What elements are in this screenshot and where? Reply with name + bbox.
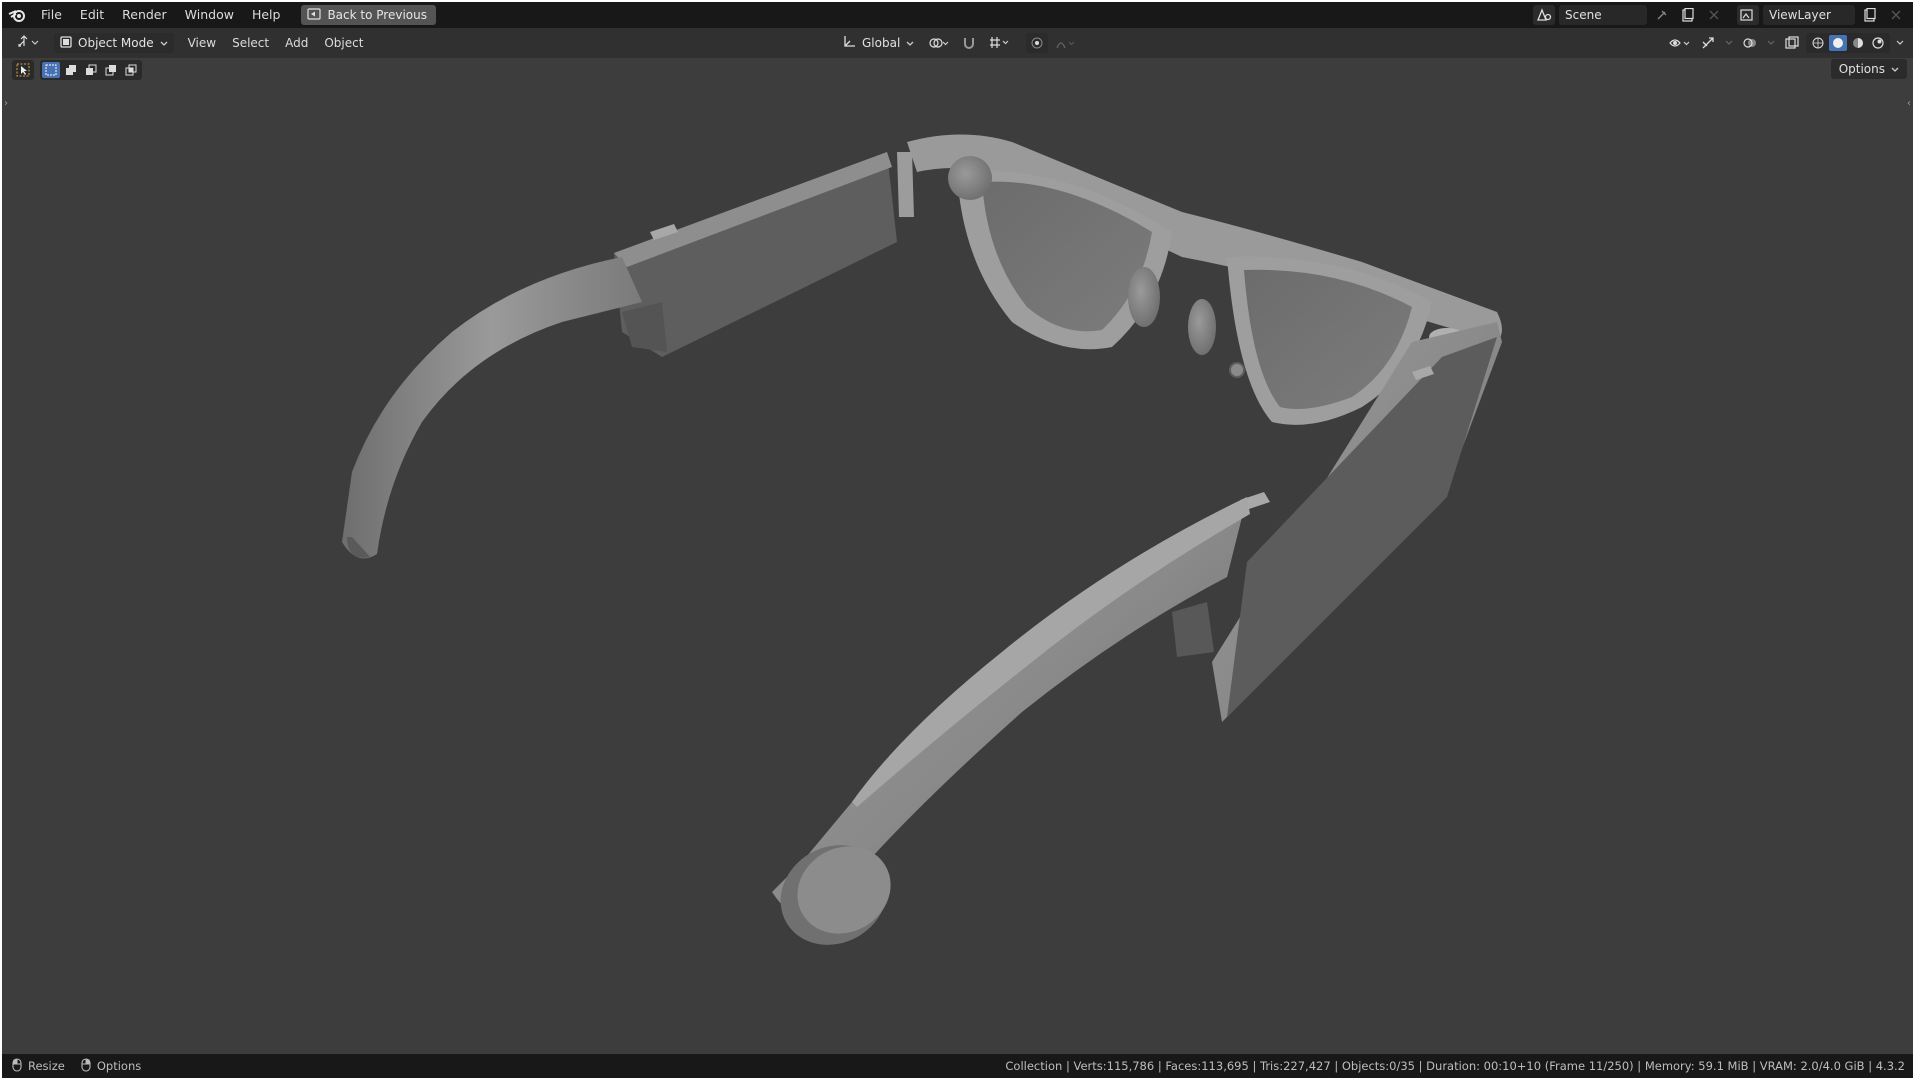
xray-toggle-icon[interactable]	[1781, 33, 1803, 53]
scene-name: Scene	[1565, 8, 1602, 22]
status-resize: Resize	[10, 1057, 65, 1075]
pivot-point-icon[interactable]	[924, 33, 954, 53]
menu-add[interactable]: Add	[277, 28, 316, 58]
orientation-axes-icon	[842, 35, 856, 52]
menu-render[interactable]: Render	[113, 2, 176, 28]
menu-view[interactable]: View	[180, 28, 224, 58]
selection-mode-group	[40, 60, 142, 80]
back-to-previous-button[interactable]: Back to Previous	[301, 5, 436, 25]
shading-mode-group	[1806, 33, 1890, 53]
chevron-down-icon	[906, 36, 914, 50]
transform-orientation-dropdown[interactable]: Global	[836, 33, 920, 53]
delete-scene-icon[interactable]	[1703, 5, 1725, 25]
solid-shading-icon[interactable]	[1829, 35, 1847, 51]
viewport-options-button[interactable]: Options	[1830, 59, 1907, 79]
scene-selector-icon[interactable]	[1533, 5, 1555, 25]
tool-settings-row	[12, 59, 142, 81]
menu-file[interactable]: File	[32, 2, 71, 28]
view-layer-field[interactable]: ViewLayer	[1763, 5, 1855, 25]
select-set-icon[interactable]	[42, 62, 60, 78]
glasses-model	[342, 134, 1502, 945]
3d-viewport[interactable]	[2, 58, 1913, 1054]
proportional-falloff-icon[interactable]	[1052, 33, 1080, 53]
pin-icon[interactable]	[1651, 5, 1673, 25]
editor-type-button[interactable]	[10, 33, 48, 53]
menu-object[interactable]: Object	[316, 28, 371, 58]
mouse-drag-icon	[10, 1057, 24, 1075]
scene-name-field[interactable]: Scene	[1559, 5, 1647, 25]
material-preview-icon[interactable]	[1849, 35, 1867, 51]
snap-toggle-icon[interactable]	[958, 33, 980, 53]
overlays-toggle-icon[interactable]	[1739, 33, 1761, 53]
view-layer-name: ViewLayer	[1769, 8, 1831, 22]
menu-select[interactable]: Select	[224, 28, 277, 58]
status-options: Options	[79, 1057, 142, 1075]
shading-dropdown-icon[interactable]	[1893, 33, 1907, 53]
status-info: Collection | Verts:115,786 | Faces:113,6…	[1005, 1059, 1905, 1073]
viewport-header: Object Mode View Select Add Object Globa…	[2, 28, 1913, 58]
wireframe-shading-icon[interactable]	[1809, 35, 1827, 51]
orientation-label: Global	[862, 36, 901, 50]
status-resize-label: Resize	[28, 1059, 65, 1073]
gizmo-dropdown-icon[interactable]	[1722, 33, 1736, 53]
snap-increment-icon[interactable]	[984, 33, 1014, 53]
chevron-down-icon	[1891, 62, 1899, 76]
select-extend-icon[interactable]	[62, 62, 80, 78]
toolbar-expand-arrow-icon[interactable]: ›	[4, 98, 8, 109]
select-intersect-icon[interactable]	[122, 62, 140, 78]
gizmo-toggle-icon[interactable]	[1697, 33, 1719, 53]
mouse-right-icon	[79, 1057, 93, 1075]
status-options-label: Options	[96, 1059, 142, 1073]
sidebar-expand-arrow-icon[interactable]: ‹	[1907, 98, 1911, 109]
screen-back-icon	[307, 7, 322, 23]
select-tool-icon[interactable]	[12, 60, 34, 80]
top-bar: File Edit Render Window Help Back to Pre…	[2, 2, 1913, 28]
object-mode-label: Object Mode	[78, 36, 154, 50]
visibility-eye-icon[interactable]	[1666, 33, 1694, 53]
view-layer-selector-icon[interactable]	[1737, 5, 1759, 25]
status-bar: Resize Options Collection | Verts:115,78…	[2, 1054, 1913, 1078]
select-invert-icon[interactable]	[102, 62, 120, 78]
proportional-editing-icon[interactable]	[1026, 33, 1049, 53]
object-mode-dropdown[interactable]: Object Mode	[54, 33, 174, 53]
menu-help[interactable]: Help	[243, 2, 290, 28]
back-to-previous-label: Back to Previous	[327, 8, 427, 22]
menu-edit[interactable]: Edit	[71, 2, 113, 28]
new-view-layer-icon[interactable]	[1859, 5, 1881, 25]
chevron-down-icon	[160, 36, 168, 50]
3d-viewport-icon	[17, 34, 41, 52]
blender-logo-icon[interactable]	[2, 2, 32, 28]
new-scene-icon[interactable]	[1677, 5, 1699, 25]
viewport-options-label: Options	[1838, 62, 1885, 76]
select-subtract-icon[interactable]	[82, 62, 100, 78]
menu-window[interactable]: Window	[176, 2, 243, 28]
rendered-shading-icon[interactable]	[1869, 35, 1887, 51]
object-mode-icon	[60, 35, 72, 51]
overlays-dropdown-icon[interactable]	[1764, 33, 1778, 53]
blender-window: File Edit Render Window Help Back to Pre…	[2, 2, 1913, 1078]
delete-view-layer-icon[interactable]	[1885, 5, 1907, 25]
